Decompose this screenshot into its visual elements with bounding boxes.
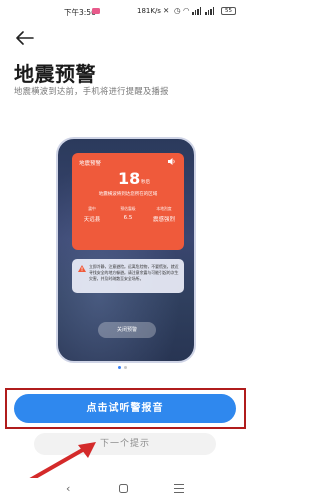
nav-back-icon[interactable]: ‹ <box>66 482 70 495</box>
metric-label: 本地烈度 <box>156 206 172 211</box>
metric-value: 6.5 <box>123 215 133 221</box>
warning-text: 立即冷静，注意避险。远离危险物，不要慌张，就近寻找安全的地方躲避。请注意余震与可… <box>89 264 179 281</box>
play-alert-sound-button[interactable]: 点击试听警报音 <box>14 394 236 423</box>
alert-heading: 地震预警 <box>79 161 102 167</box>
countdown-value: 18 <box>118 169 141 188</box>
warning-icon <box>78 265 86 272</box>
wifi-icon: ◠ <box>183 6 190 15</box>
metric-epicenter: 震中 天远县 <box>75 206 109 223</box>
signal-icon-2 <box>205 7 215 15</box>
mute-icon: ✕ <box>163 6 170 15</box>
alarm-icon: ◷ <box>174 6 181 15</box>
signal-icon <box>192 7 202 15</box>
phone-preview: 地震预警 18 秒后 地震横波将到达您所在的区域 震中 天远县 预估震级 6.5… <box>56 137 196 363</box>
status-bar: 下午3:56 181K/s ✕ ◷ ◠ 55 <box>0 0 250 22</box>
metric-value: 震感强烈 <box>152 217 175 223</box>
system-nav-bar: ‹ <box>0 478 250 500</box>
battery-icon: 55 <box>221 7 236 15</box>
page-dot-active <box>118 366 121 369</box>
metric-value: 天远县 <box>83 217 101 223</box>
metric-label: 震中 <box>88 206 96 211</box>
page-subtitle: 地震横波到达前，手机将进行提醒及播报 <box>14 86 169 96</box>
metric-magnitude: 预估震级 6.5 <box>111 206 145 221</box>
metric-intensity: 本地烈度 震感强烈 <box>147 206 181 223</box>
countdown-unit: 秒后 <box>141 180 150 185</box>
alert-card: 地震预警 18 秒后 地震横波将到达您所在的区域 震中 天远县 预估震级 6.5… <box>72 153 184 250</box>
close-alert-button: 关闭预警 <box>98 322 156 338</box>
back-arrow-icon[interactable] <box>16 31 34 45</box>
alert-message: 地震横波将到达您所在的区域 <box>98 192 158 197</box>
page-dot <box>124 366 127 369</box>
warning-card: 立即冷静，注意避险。远离危险物，不要慌张，就近寻找安全的地方躲避。请注意余震与可… <box>72 259 184 293</box>
network-speed: 181K/s <box>137 7 161 15</box>
nav-menu-icon[interactable] <box>174 484 184 495</box>
pagination-dots <box>118 366 127 369</box>
nav-home-icon[interactable] <box>119 484 128 493</box>
page-title: 地震预警 <box>14 62 96 86</box>
notification-icon <box>92 8 100 14</box>
metric-label: 预估震级 <box>120 206 136 211</box>
speaker-icon <box>168 158 175 165</box>
